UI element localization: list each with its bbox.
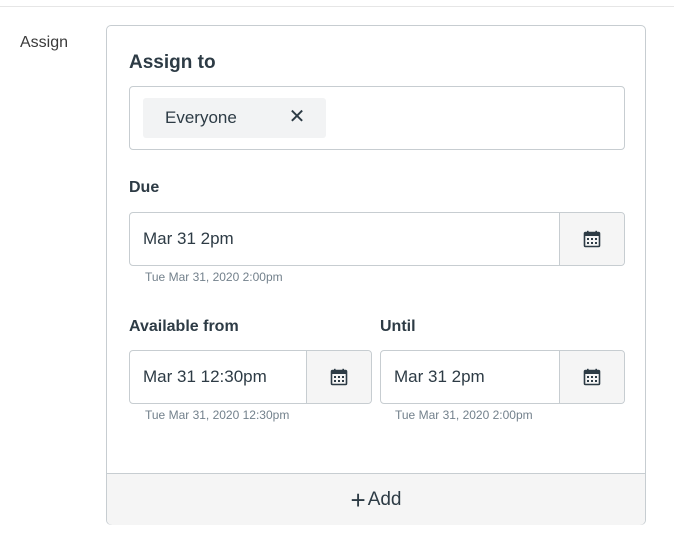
card-title: Assign to: [129, 52, 216, 73]
due-calendar-button[interactable]: [559, 213, 624, 265]
due-label: Due: [129, 179, 160, 196]
until-label: Until: [380, 318, 416, 335]
calendar-icon: [583, 230, 601, 248]
assign-card: Assign to Everyone ✕ Due Mar 31 2pm Tue …: [106, 25, 646, 525]
assignee-chip: Everyone ✕: [143, 98, 326, 138]
until-input[interactable]: Mar 31 2pm: [381, 351, 559, 403]
add-button-label: Add: [367, 488, 402, 510]
due-helper-text: Tue Mar 31, 2020 2:00pm: [145, 270, 283, 284]
until-field: Mar 31 2pm: [380, 350, 625, 404]
due-date-input[interactable]: Mar 31 2pm: [130, 213, 559, 265]
until-calendar-button[interactable]: [559, 351, 624, 403]
top-divider: [0, 6, 674, 7]
section-label: Assign: [20, 34, 69, 51]
remove-assignee-icon[interactable]: ✕: [286, 105, 308, 129]
add-button[interactable]: + Add: [107, 473, 645, 525]
due-date-field: Mar 31 2pm: [129, 212, 625, 266]
available-from-label: Available from: [129, 318, 239, 335]
until-helper-text: Tue Mar 31, 2020 2:00pm: [395, 408, 533, 422]
assignee-chip-label: Everyone: [165, 108, 237, 127]
calendar-icon: [583, 368, 601, 386]
available-from-helper-text: Tue Mar 31, 2020 12:30pm: [145, 408, 290, 422]
assign-to-field[interactable]: Everyone ✕: [129, 86, 625, 150]
available-from-field: Mar 31 12:30pm: [129, 350, 372, 404]
calendar-icon: [330, 368, 348, 386]
available-from-input[interactable]: Mar 31 12:30pm: [130, 351, 306, 403]
plus-icon: +: [350, 484, 366, 515]
available-from-calendar-button[interactable]: [306, 351, 371, 403]
